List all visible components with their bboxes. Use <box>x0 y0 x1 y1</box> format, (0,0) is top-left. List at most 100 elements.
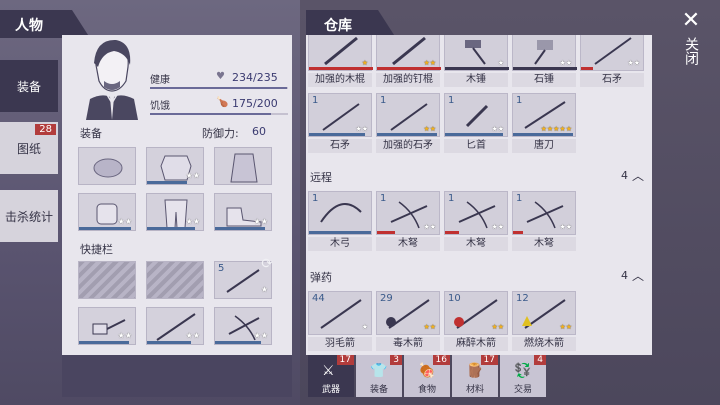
item-tranquilizer-arrow[interactable]: 10 ★★ <box>444 291 508 335</box>
tab-equipment[interactable]: 装备 <box>0 60 58 112</box>
item-count: 10 <box>448 293 461 304</box>
durability-bar <box>445 133 503 136</box>
trade-icon: 💱 <box>514 363 532 379</box>
quickbar-title: 快捷栏 <box>80 243 113 256</box>
close-label: 关闭 <box>683 37 699 65</box>
character-panel: 健康 ♥ 234/235 饥饿 🍗 175/200 装备 防御力: 60 ★★ … <box>62 35 292 355</box>
item-stars: ★★ <box>491 223 504 231</box>
character-portrait <box>76 35 146 120</box>
item-label: 石矛 <box>580 73 644 87</box>
tab-materials-label: 材料 <box>465 385 484 395</box>
item-fire-arrow[interactable]: 12 ★★ <box>512 291 576 335</box>
item-stars: ★★ <box>423 323 436 331</box>
item-wooden-crossbow-3[interactable]: 1 ★★ <box>512 191 576 235</box>
durability-bar <box>309 67 373 70</box>
item-count: 1 <box>312 95 319 106</box>
quickbar-slot-crossbow[interactable]: ★★ <box>214 307 272 345</box>
close-button[interactable]: ✕ 关闭 <box>668 8 714 88</box>
quickbar-slot-locked-2 <box>146 261 204 299</box>
tab-blueprints[interactable]: 28 图纸 <box>0 122 58 174</box>
tab-materials[interactable]: 17 🪵 材料 <box>452 355 498 397</box>
item-label: 燃烧木箭 <box>512 337 576 351</box>
meat-icon: 🍖 <box>418 363 436 379</box>
item-wooden-hammer[interactable]: ★ <box>444 35 509 71</box>
equip-slot-head[interactable] <box>78 147 136 185</box>
equip-slot-feet[interactable]: ★★ <box>214 193 272 231</box>
sword-icon: ⚔ <box>322 363 335 379</box>
item-label: 毒木箭 <box>376 337 440 351</box>
defense-value: 60 <box>252 125 266 138</box>
hunger-bar-fill <box>150 113 271 115</box>
tab-gear[interactable]: 3 👕 装备 <box>356 355 402 397</box>
item-stars: ★★ <box>559 223 572 231</box>
item-feather-arrow[interactable]: 44 ★ <box>308 291 372 335</box>
equip-slot-hands[interactable]: ★★ <box>78 193 136 231</box>
quickbar-crossbow-stars: ★★ <box>253 331 268 340</box>
tab-food[interactable]: 16 🍖 食物 <box>404 355 450 397</box>
item-label: 木弩 <box>376 237 440 251</box>
item-label: 木弩 <box>444 237 508 251</box>
quickbar-slot-locked-1 <box>78 261 136 299</box>
item-stars: ★★ <box>423 223 436 231</box>
item-count: 1 <box>516 95 523 106</box>
item-wooden-crossbow-1[interactable]: 1 ★★ <box>376 191 440 235</box>
character-panel-footer <box>62 355 292 397</box>
category-ammo-title: 弹药 <box>310 271 332 284</box>
durability-bar <box>513 67 577 70</box>
item-poison-arrow[interactable]: 29 ★★ <box>376 291 440 335</box>
quickbar-slot-arrows[interactable]: 5 ⟳ ★ <box>214 256 273 299</box>
tab-trade-badge: 4 <box>534 355 546 365</box>
item-wooden-crossbow-2[interactable]: 1 ★★ <box>444 191 508 235</box>
item-stars: ★★ <box>491 125 504 133</box>
swap-icon[interactable]: ⟳ <box>261 256 273 272</box>
item-stone-spear[interactable]: 1 ★★ <box>308 93 372 137</box>
item-stars: ★★ <box>423 59 436 67</box>
equip-slot-back[interactable] <box>214 147 272 185</box>
warehouse-panel[interactable]: ★ ★★ ★ ★★ ★★ 加强的木棍 加强的钉棍 木锤 石锤 石矛 1 ★★ 1… <box>306 35 652 355</box>
item-wooden-bow[interactable]: 1 <box>308 191 372 235</box>
item-stars: ★ <box>497 59 504 67</box>
hunger-bar <box>150 113 288 115</box>
item-label: 木弩 <box>512 237 576 251</box>
quickbar-slot-spear[interactable]: ★★ <box>146 307 204 345</box>
hunger-label: 饥饿 <box>150 101 170 112</box>
tab-weapons[interactable]: 17 ⚔ 武器 <box>308 355 354 397</box>
defense-label: 防御力: <box>202 127 239 140</box>
equip-slot-legs[interactable]: ★★ <box>146 193 204 231</box>
tab-kill-stats[interactable]: 击杀统计 <box>0 190 58 242</box>
durability-bar <box>513 231 523 234</box>
category-ranged[interactable]: 远程 4 ︿ <box>306 167 652 185</box>
item-reinforced-club[interactable]: ★ <box>308 35 373 71</box>
tab-trade-label: 交易 <box>513 385 532 395</box>
hunger-value: 175/200 <box>232 97 278 110</box>
close-icon: ✕ <box>681 8 701 33</box>
item-label: 加强的钉棍 <box>376 73 440 87</box>
item-count: 44 <box>312 293 325 304</box>
item-stone-hammer[interactable]: ★★ <box>512 35 577 71</box>
tab-trade[interactable]: 4 💱 交易 <box>500 355 546 397</box>
equip-slot-body[interactable]: ★★ <box>146 147 204 185</box>
chevron-up-icon[interactable]: ︿ <box>632 167 644 184</box>
item-stone-spear-top[interactable]: ★★ <box>580 35 644 71</box>
item-tang-sword[interactable]: 1 ★★★★★ <box>512 93 576 137</box>
item-label: 石矛 <box>308 139 372 153</box>
quickbar-spear-stars: ★★ <box>185 331 200 340</box>
quickbar-cleaver-stars: ★★ <box>117 331 132 340</box>
tab-kill-stats-label: 击杀统计 <box>4 209 53 224</box>
wood-icon: 🪵 <box>466 363 484 379</box>
item-label: 麻醉木箭 <box>444 337 508 351</box>
durability-bar <box>581 67 593 70</box>
jacket-icon <box>230 153 258 183</box>
quickbar-slot-cleaver[interactable]: ★★ <box>78 307 136 345</box>
item-count: 1 <box>380 95 387 106</box>
item-dagger[interactable]: 1 ★★ <box>444 93 508 137</box>
durability-bar <box>445 67 509 70</box>
item-reinforced-nail-club[interactable]: ★★ <box>376 35 441 71</box>
item-count: 29 <box>380 293 393 304</box>
item-label: 木弓 <box>308 237 372 251</box>
equip-feet-stars: ★★ <box>253 217 268 226</box>
category-ammo[interactable]: 弹药 4 ︿ <box>306 267 652 285</box>
item-label: 唐刀 <box>512 139 576 153</box>
chevron-up-icon[interactable]: ︿ <box>632 267 644 284</box>
item-reinforced-stone-spear[interactable]: 1 ★★ <box>376 93 440 137</box>
